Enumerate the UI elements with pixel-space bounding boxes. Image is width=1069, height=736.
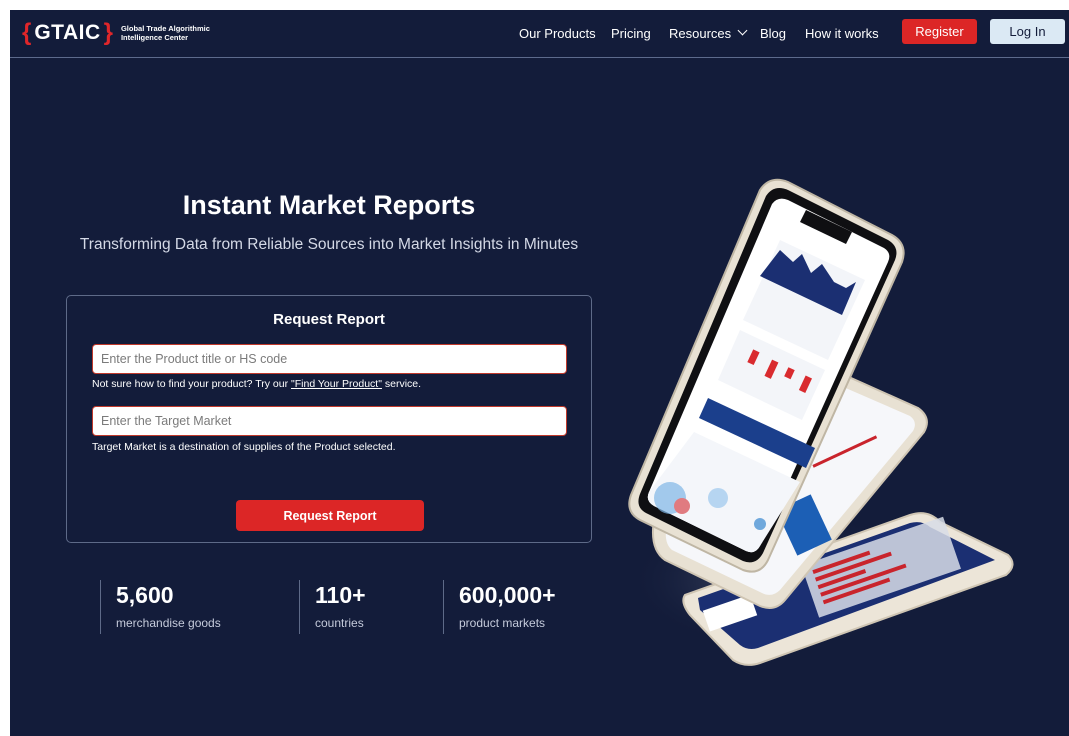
phone-front [628,178,905,573]
login-button[interactable]: Log In [990,19,1065,44]
find-your-product-link[interactable]: "Find Your Product" [291,378,382,390]
stat-label: merchandise goods [116,616,221,630]
nav-blog[interactable]: Blog [760,10,786,57]
product-input[interactable] [92,344,567,374]
hero-subtitle: Transforming Data from Reliable Sources … [79,236,579,253]
top-navbar: { GTAIC } Global Trade Algorithmic Intel… [10,10,1069,58]
logo-left-brace: { [22,19,32,46]
register-button[interactable]: Register [902,19,977,44]
stat-countries: 110+ countries [299,580,366,634]
nav-how-it-works-label: How it works [805,26,879,41]
nav-pricing-label: Pricing [611,26,651,41]
logo-word: GTAIC [34,21,101,44]
stat-value: 600,000+ [459,582,556,608]
stat-product-markets: 600,000+ product markets [443,580,556,634]
product-hint-prefix: Not sure how to find your product? Try o… [92,378,292,390]
stat-value: 5,600 [116,582,174,608]
request-report-card: Request Report Not sure how to find your… [66,295,592,543]
logo-tagline: Global Trade Algorithmic Intelligence Ce… [120,24,210,42]
product-hint: Not sure how to find your product? Try o… [92,378,421,390]
nav-our-products[interactable]: Our Products [519,10,596,57]
market-hint: Target Market is a destination of suppli… [92,441,396,453]
nav-resources[interactable]: Resources [669,10,748,57]
page: { GTAIC } Global Trade Algorithmic Intel… [10,10,1069,736]
gtaic-logo[interactable]: { GTAIC } Global Trade Algorithmic Intel… [22,20,231,46]
hero-title: Instant Market Reports [182,190,476,220]
nav-resources-label: Resources [669,26,732,41]
nav-how-it-works[interactable]: How it works [805,10,879,57]
card-title: Request Report [273,311,385,328]
nav-pricing[interactable]: Pricing [611,10,651,57]
request-report-button[interactable]: Request Report [236,500,424,531]
stat-label: product markets [459,616,546,630]
stat-label: countries [315,616,364,630]
nav-our-products-label: Our Products [519,26,596,41]
product-hint-suffix: service. [381,378,422,390]
stat-merchandise-goods: 5,600 merchandise goods [100,580,221,634]
stat-value: 110+ [315,582,366,608]
target-market-input[interactable] [92,406,567,436]
phones-illustration [628,178,1014,666]
logo-right-brace: } [103,19,113,46]
chevron-down-icon [737,25,748,36]
nav-blog-label: Blog [760,26,787,41]
